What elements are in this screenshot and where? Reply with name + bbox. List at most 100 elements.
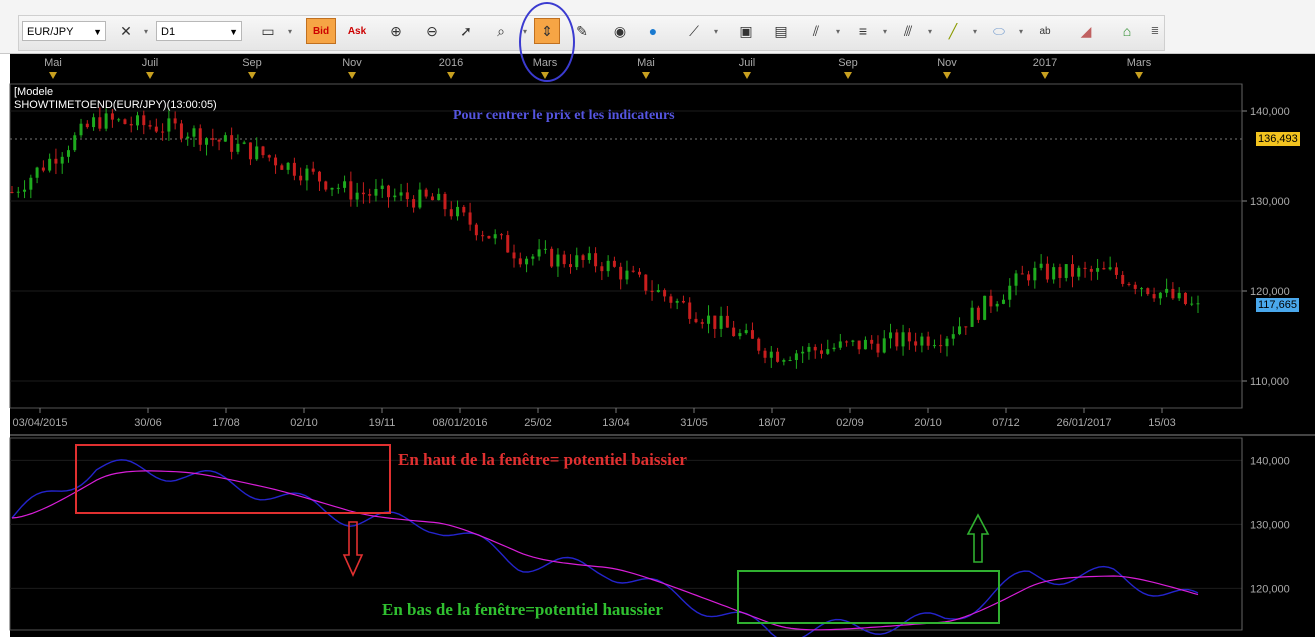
highlight-circle [519,2,575,82]
candle-body [142,115,146,126]
candle-body [964,326,968,328]
candle-body [568,264,572,268]
candle-body [612,260,616,267]
date-label: 20/10 [914,417,942,429]
candle-body [117,119,121,121]
date-label: 15/03 [1148,417,1176,429]
candle-body [1027,274,1031,281]
candle-body [405,192,409,200]
candle-body [870,339,874,344]
candle-body [41,167,45,171]
candle-body [556,254,560,267]
candle-body [286,162,290,170]
candle-body [776,351,780,362]
candle-body [418,189,422,208]
candle-body [173,118,177,124]
candle-body [983,295,987,320]
candle-body [361,192,365,195]
candle-body [619,266,623,280]
price-axis-label: 140,000 [1250,106,1290,118]
price-chart-svg: 140,000 130,000 120,000 110,000 140,000 130,0… [0,55,1290,637]
candle-body [707,315,711,324]
price-axis-label: 110,000 [1250,376,1289,388]
candle-body [267,155,271,158]
candle-body [1158,292,1162,299]
candle-body [462,206,466,213]
candle-body [1014,273,1018,286]
candle-body [123,119,127,124]
candle-body [1108,267,1112,270]
candle-body [1152,294,1156,299]
candle-body [167,118,171,132]
candle-body [575,255,579,268]
candle-body [179,123,183,139]
month-label: Juil [142,57,159,69]
candle-body [845,341,849,343]
date-label: 19/11 [369,417,396,429]
candle-body [481,235,485,237]
candle-body [1008,285,1012,300]
candle-body [380,185,384,189]
candle-body [989,295,993,307]
candle-body [543,248,547,250]
price-axis-label: 120,000 [1250,286,1290,298]
candle-body [399,192,403,196]
candle-body [136,115,140,126]
candle-body [838,341,842,348]
candle-body [368,194,372,196]
candle-body [1070,264,1074,277]
candle-body [807,346,811,352]
indicator-axis-label: 120,000 [1250,583,1290,595]
candle-body [757,338,761,351]
candle-body [631,270,635,272]
candle-body [311,168,315,172]
month-label: Nov [937,57,957,69]
candle-body [161,131,165,133]
candle-body [336,187,340,189]
date-label: 07/12 [992,417,1020,429]
candle-body [205,138,209,145]
month-label: Sep [838,57,858,69]
candle-body [832,347,836,350]
date-label: 18/07 [758,417,786,429]
candle-body [443,193,447,210]
candle-body [995,303,999,307]
candle-body [324,181,328,190]
candle-body [638,271,642,275]
date-label: 26/01/2017 [1056,417,1111,429]
candle-body [387,185,391,198]
candle-body [656,290,660,293]
candle-body [280,165,284,170]
candle-body [920,336,924,346]
candle-body [562,254,566,265]
candle-body [1114,267,1118,275]
candle-body [914,341,918,346]
candle-body [644,274,648,291]
candle-body [901,332,905,347]
center-note: Pour centrer le prix et les indicateurs [453,108,675,123]
candle-body [1102,268,1106,270]
candle-body [606,260,610,272]
candle-body [663,290,667,297]
date-label-mask [0,408,10,436]
candle-body [456,206,460,217]
candle-body [255,146,259,160]
indicator-axis-label: 130,000 [1250,519,1290,531]
date-label: 31/05 [680,417,708,429]
chart-source-line2: SHOWTIMETOEND(EUR/JPY)(13:00:05) [14,99,217,111]
date-label: 02/10 [290,417,318,429]
candle-body [217,139,221,142]
candle-body [1121,274,1125,284]
candle-body [16,191,20,193]
candle-body [305,168,309,181]
candle-body [92,117,96,128]
month-label: 2017 [1033,57,1057,69]
candle-body [694,318,698,323]
note-top: En haut de la fenêtre= potentiel baissie… [398,450,687,469]
candle-body [1127,283,1131,285]
candle-body [79,123,83,136]
candle-body [518,258,522,265]
candle-body [317,171,321,182]
candle-body [750,330,754,339]
candle-body [976,307,980,320]
